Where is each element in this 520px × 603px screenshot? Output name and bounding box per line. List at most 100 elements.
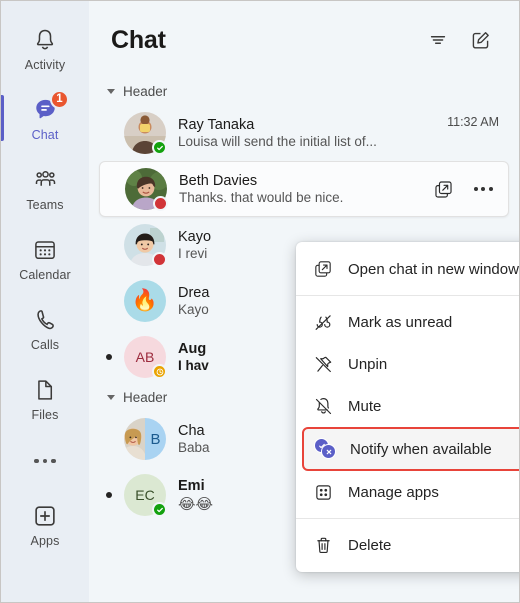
sidebar-item-activity[interactable]: Activity bbox=[1, 13, 89, 83]
context-menu-item-label: Open chat in new window bbox=[348, 260, 519, 278]
avatar-initials-half: B bbox=[145, 418, 166, 460]
chevron-down-icon bbox=[107, 88, 115, 94]
context-menu-item-label: Delete bbox=[348, 536, 392, 554]
sidebar-item-apps[interactable]: Apps bbox=[1, 489, 89, 559]
chat-context-menu: Open chat in new window Mark as unread U… bbox=[296, 242, 519, 572]
sidebar-item-label: Chat bbox=[31, 127, 59, 142]
dot bbox=[481, 187, 485, 191]
chat-item-name: Beth Davies bbox=[179, 173, 258, 189]
notify-when-available-icon bbox=[314, 438, 336, 460]
context-menu-item-label: Notify when available bbox=[350, 440, 492, 458]
open-in-new-window-icon[interactable] bbox=[430, 176, 456, 202]
presence-badge-busy bbox=[152, 252, 167, 267]
group-label: Header bbox=[123, 389, 168, 405]
page-title: Chat bbox=[111, 25, 166, 54]
avatar-initials-label: AB bbox=[135, 349, 155, 365]
context-menu-item-mute[interactable]: Mute bbox=[296, 385, 519, 427]
presence-badge-away bbox=[152, 364, 167, 379]
chat-list-item-beth-davies[interactable]: Beth Davies Thanks. that would be nice. bbox=[99, 161, 509, 217]
context-menu-item-mark-as-unread[interactable]: Mark as unread bbox=[296, 301, 519, 343]
chevron-down-icon bbox=[107, 394, 115, 400]
calendar-icon bbox=[30, 235, 60, 265]
avatar bbox=[125, 168, 168, 211]
chat-unread-badge: 1 bbox=[50, 89, 69, 109]
compose-new-chat-icon[interactable] bbox=[463, 23, 497, 57]
sidebar-item-label: Calendar bbox=[19, 267, 71, 282]
sidebar-more-options-button[interactable] bbox=[1, 433, 89, 489]
sidebar-item-teams[interactable]: Teams bbox=[1, 153, 89, 223]
context-menu-item-open-chat-in-new-window[interactable]: Open chat in new window bbox=[296, 248, 519, 290]
ellipsis bbox=[473, 187, 493, 191]
sidebar-item-label: Apps bbox=[30, 533, 60, 548]
x-circle bbox=[321, 444, 336, 459]
manage-apps-icon bbox=[312, 481, 334, 503]
avatar: B bbox=[124, 418, 166, 460]
active-indicator-bar bbox=[1, 95, 4, 141]
context-menu-separator bbox=[296, 518, 519, 519]
trash-icon bbox=[312, 534, 334, 556]
avatar-photo-half bbox=[124, 418, 145, 460]
chat-item-preview: Louisa will send the initial list of... bbox=[178, 134, 377, 149]
sidebar-item-files[interactable]: Files bbox=[1, 363, 89, 433]
context-menu-item-label: Manage apps bbox=[348, 483, 439, 501]
context-menu-item-unpin[interactable]: Unpin bbox=[296, 343, 519, 385]
context-menu-item-label: Mark as unread bbox=[348, 313, 453, 331]
group-label: Header bbox=[123, 83, 168, 99]
chat-item-text: Ray Tanaka Louisa will send the initial … bbox=[178, 117, 435, 149]
chat-group-header-1[interactable]: Header bbox=[99, 79, 509, 105]
dot bbox=[42, 458, 48, 464]
chat-item-name: Ray Tanaka bbox=[178, 117, 255, 133]
context-menu-item-delete[interactable]: Delete bbox=[296, 524, 519, 566]
teams-chat-window: Activity 1 Chat Teams Calendar Calls Fil… bbox=[0, 0, 520, 603]
chat-list-panel: Chat Header Ray Tanaka Louisa will send … bbox=[89, 1, 519, 602]
context-menu-item-label: Mute bbox=[348, 397, 382, 415]
avatar: 🔥 bbox=[124, 280, 166, 322]
context-menu-item-notify-when-available[interactable]: Notify when available bbox=[302, 427, 519, 471]
app-navigation-rail: Activity 1 Chat Teams Calendar Calls Fil… bbox=[1, 1, 89, 602]
open-in-new-window-icon bbox=[312, 258, 334, 280]
chat-item-preview: Thanks. that would be nice. bbox=[179, 190, 344, 205]
mute-bell-icon bbox=[312, 395, 334, 417]
avatar-group-split: B bbox=[124, 418, 166, 460]
sidebar-item-label: Files bbox=[31, 407, 59, 422]
chat-item-timestamp: 11:32 AM bbox=[447, 115, 499, 129]
presence-badge-available bbox=[152, 140, 167, 155]
dot bbox=[51, 458, 56, 464]
chat-item-text: Beth Davies Thanks. that would be nice. bbox=[179, 173, 418, 205]
sidebar-item-calls[interactable]: Calls bbox=[1, 293, 89, 363]
unpin-icon bbox=[312, 353, 334, 375]
sidebar-item-label: Calls bbox=[30, 337, 60, 352]
avatar-initials-label: EC bbox=[135, 487, 155, 503]
avatar: EC bbox=[124, 474, 167, 517]
context-menu-item-manage-apps[interactable]: Manage apps bbox=[296, 471, 519, 513]
chat-list-header: Chat bbox=[89, 1, 519, 79]
context-menu-item-label: Unpin bbox=[348, 355, 388, 373]
sidebar-item-chat[interactable]: 1 Chat bbox=[1, 83, 89, 153]
dot bbox=[34, 458, 39, 464]
avatar: AB bbox=[124, 336, 167, 379]
chat-bubble-icon: 1 bbox=[30, 89, 69, 125]
bell-icon bbox=[30, 25, 60, 55]
more-options-icon[interactable] bbox=[470, 176, 496, 202]
people-icon bbox=[30, 165, 60, 195]
dot bbox=[488, 187, 493, 191]
plus-box-icon bbox=[30, 501, 60, 531]
unread-indicator-dot bbox=[106, 354, 112, 360]
sidebar-item-label: Activity bbox=[24, 57, 66, 72]
avatar bbox=[124, 112, 167, 155]
presence-badge-available bbox=[152, 502, 167, 517]
avatar-emoji: 🔥 bbox=[124, 280, 166, 322]
fire-emoji-icon: 🔥 bbox=[131, 289, 159, 312]
chat-item-hover-actions bbox=[430, 176, 498, 202]
filter-icon[interactable] bbox=[421, 23, 455, 57]
dot bbox=[473, 187, 478, 191]
avatar-initials-label: B bbox=[150, 430, 161, 448]
context-menu-separator bbox=[296, 295, 519, 296]
notify-dual-circles bbox=[314, 438, 336, 460]
chat-list-item-ray-tanaka[interactable]: Ray Tanaka Louisa will send the initial … bbox=[99, 105, 509, 161]
presence-badge-busy bbox=[153, 196, 168, 211]
unread-indicator-dot bbox=[106, 492, 112, 498]
phone-icon bbox=[30, 305, 60, 335]
sidebar-item-calendar[interactable]: Calendar bbox=[1, 223, 89, 293]
mark-as-unread-icon bbox=[312, 311, 334, 333]
